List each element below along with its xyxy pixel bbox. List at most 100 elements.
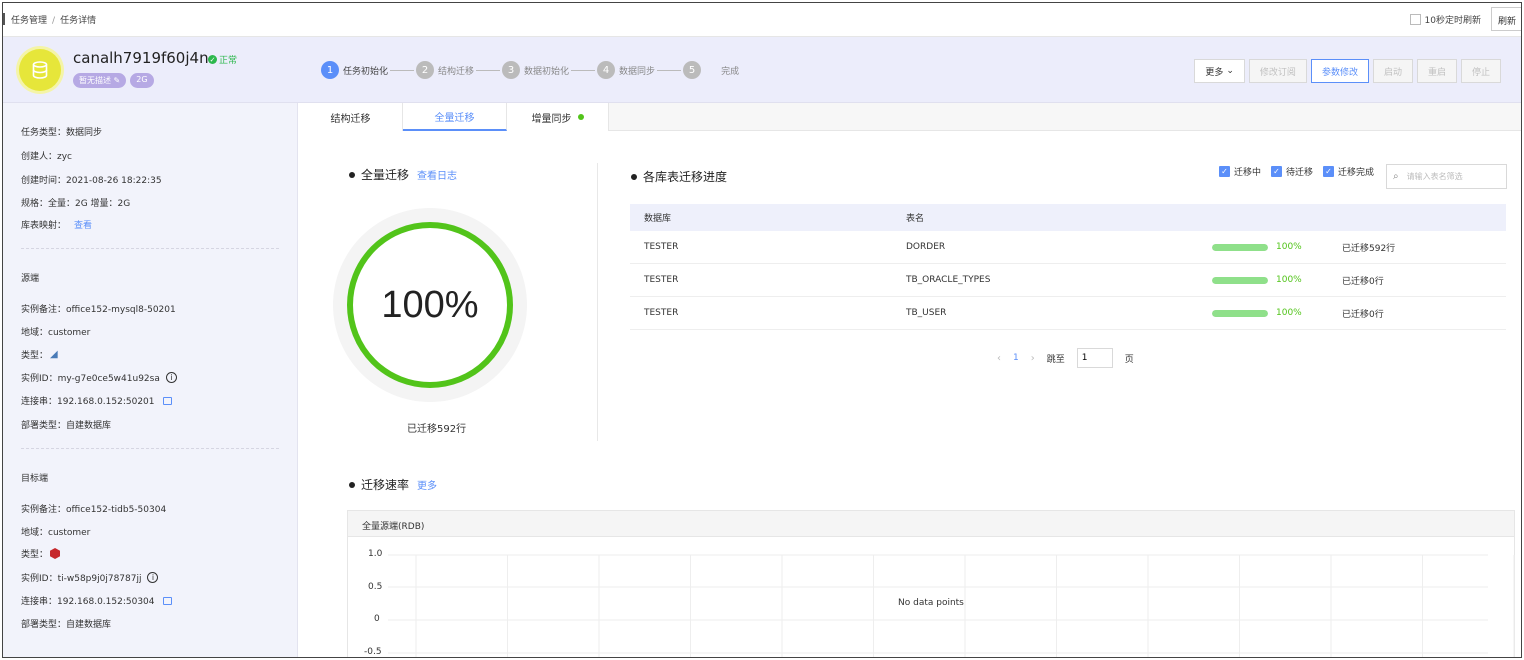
progress-gauge: 100% [333, 208, 527, 402]
row-migrated: 已迁移0行 [1342, 276, 1384, 287]
modify-subscription-button[interactable]: 修改订阅 [1248, 59, 1307, 83]
table-progress-title-text: 各库表迁移进度 [643, 170, 728, 184]
task-tags: 暂无描述 ✎ 2G [73, 73, 154, 88]
tab-structure-migration[interactable]: 结构迁移 [299, 103, 403, 131]
row-progress: 100% [1212, 242, 1342, 252]
stop-button[interactable]: 停止 [1460, 59, 1501, 83]
restart-button[interactable]: 重启 [1416, 59, 1457, 83]
row-percent: 100% [1276, 308, 1302, 318]
tidb-icon [50, 548, 61, 559]
status-dot [577, 114, 584, 120]
y-tick: 0.5 [368, 582, 383, 592]
filter-pending-checkbox[interactable]: ✓ [1271, 166, 1283, 177]
source-instance-text: 实例ID：my-g7e0ce5w41u92sa [21, 374, 160, 384]
target-section-title: 目标端 [21, 474, 49, 484]
source-section-title: 源端 [21, 274, 40, 284]
table-header: 数据库 表名 [630, 204, 1506, 231]
progress-ring: 100% [347, 222, 513, 388]
step-2-label: 结构迁移 [438, 66, 475, 77]
more-rate-link[interactable]: 更多 [417, 477, 437, 492]
filter-migrating-label: 迁移中 [1234, 168, 1262, 178]
bullet [349, 481, 355, 488]
info-icon[interactable]: i [147, 572, 159, 583]
no-data-message: No data points [898, 598, 964, 608]
step-5-number: 5 [683, 61, 702, 79]
progress-bar [1212, 309, 1268, 317]
rate-chart-title: 全量源端(RDB) [348, 511, 1514, 537]
full-migration-title: 全量迁移 查看日志 [349, 166, 457, 183]
source-connection: 连接串：192.168.0.152:50201 [21, 394, 172, 407]
page-suffix: 页 [1124, 354, 1134, 365]
check-icon: ✓ [208, 55, 217, 64]
step-4: 4 数据同步 [597, 61, 683, 79]
target-region: 地域：customer [21, 528, 91, 538]
more-button[interactable]: 更多 ⌄ [1194, 59, 1245, 83]
task-header: canalh7919f60j4n ✓ 正常 暂无描述 ✎ 2G 1 任务初始化 2… [3, 37, 1521, 103]
bullet [349, 171, 355, 178]
tab-full-migration[interactable]: 全量迁移 [403, 103, 507, 131]
y-tick: -0.5 [364, 647, 382, 657]
vertical-divider [597, 163, 598, 441]
description-tag[interactable]: 暂无描述 ✎ [73, 73, 127, 88]
target-instance: 实例ID：ti-w58p9j0j78787jj i [21, 571, 159, 584]
filter-migrating-checkbox[interactable]: ✓ [1219, 166, 1230, 177]
copy-icon[interactable] [162, 596, 172, 605]
row-migrated: 已迁移592行 [1342, 243, 1396, 254]
spec: 规格：全量：2G 增量：2G [21, 199, 131, 209]
progress-table: 数据库 表名 TESTER DORDER 100% 已迁移592行 TESTER… [630, 204, 1506, 330]
step-3: 3 数据初始化 [502, 61, 597, 79]
start-button[interactable]: 启动 [1372, 59, 1413, 83]
info-icon[interactable]: i [165, 372, 177, 383]
target-type: 类型： [21, 547, 61, 560]
breadcrumb-task-management[interactable]: 任务管理 [11, 16, 47, 26]
step-2: 2 结构迁移 [416, 61, 502, 79]
column-header-table: 表名 [906, 214, 925, 224]
table-progress-title: 各库表迁移进度 [631, 168, 727, 185]
action-buttons: 更多 ⌄ 修改订阅 参数修改 启动 重启 停止 [1194, 59, 1501, 83]
status-filters: ✓ 迁移中 ✓ 待迁移 ✓ 迁移完成 [1219, 165, 1380, 178]
table-search-input[interactable]: ⌕ 请输入表名筛选 [1386, 164, 1507, 189]
migration-rate-title-text: 迁移速率 [361, 478, 410, 492]
task-type: 任务类型：数据同步 [21, 128, 103, 138]
auto-refresh-checkbox[interactable] [1409, 14, 1421, 25]
copy-icon[interactable] [162, 396, 172, 405]
target-connection-text: 连接串：192.168.0.152:50304 [21, 597, 155, 607]
row-table: DORDER [906, 242, 946, 252]
view-log-link[interactable]: 查看日志 [417, 167, 457, 182]
next-page-icon[interactable]: › [1031, 353, 1035, 364]
view-mapping-link[interactable]: 查看 [74, 218, 92, 231]
current-page[interactable]: 1 [1013, 353, 1019, 363]
goto-label: 跳至 [1046, 354, 1065, 365]
table-mapping: 库表映射： 查看 [21, 218, 92, 231]
divider [21, 248, 279, 249]
y-tick: 1.0 [368, 549, 383, 559]
progress-bar-fill [1212, 309, 1268, 317]
param-modify-button[interactable]: 参数修改 [1310, 59, 1369, 83]
row-progress: 100% [1212, 308, 1342, 318]
target-deploy: 部署类型：自建数据库 [21, 620, 112, 630]
prev-page-icon[interactable]: ‹ [997, 353, 1001, 364]
auto-refresh-toggle[interactable]: 10秒定时刷新 [1409, 13, 1481, 26]
task-info-sidebar: 任务类型：数据同步 创建人：zyc 创建时间：2021-08-26 18:22:… [3, 103, 298, 657]
tab-incremental-sync[interactable]: 增量同步 [507, 103, 609, 131]
mysql-icon: ◢ [50, 349, 58, 360]
target-instance-text: 实例ID：ti-w58p9j0j78787jj [21, 574, 142, 584]
step-connector [571, 69, 596, 71]
step-1-number: 1 [321, 61, 339, 79]
step-1-label: 任务初始化 [343, 66, 389, 77]
step-5-label: 完成 [721, 66, 740, 77]
edit-icon[interactable]: ✎ [114, 76, 121, 85]
top-bar: 任务管理 / 任务详情 10秒定时刷新 刷新 [3, 3, 1521, 37]
step-2-number: 2 [416, 61, 435, 79]
step-3-label: 数据初始化 [524, 66, 570, 77]
progress-bar-fill [1212, 276, 1268, 284]
database-icon [19, 49, 61, 91]
refresh-button[interactable]: 刷新 [1491, 7, 1521, 31]
source-type-label: 类型： [21, 351, 49, 361]
table-row: TESTER TB_ORACLE_TYPES 100% 已迁移0行 [630, 264, 1506, 297]
filter-done-checkbox[interactable]: ✓ [1323, 166, 1335, 177]
migration-rate-title: 迁移速率 更多 [349, 476, 437, 493]
status-badge: ✓ 正常 [208, 53, 237, 66]
goto-page-input[interactable] [1076, 348, 1113, 368]
source-remark: 实例备注：office152-mysql8-50201 [21, 305, 176, 315]
